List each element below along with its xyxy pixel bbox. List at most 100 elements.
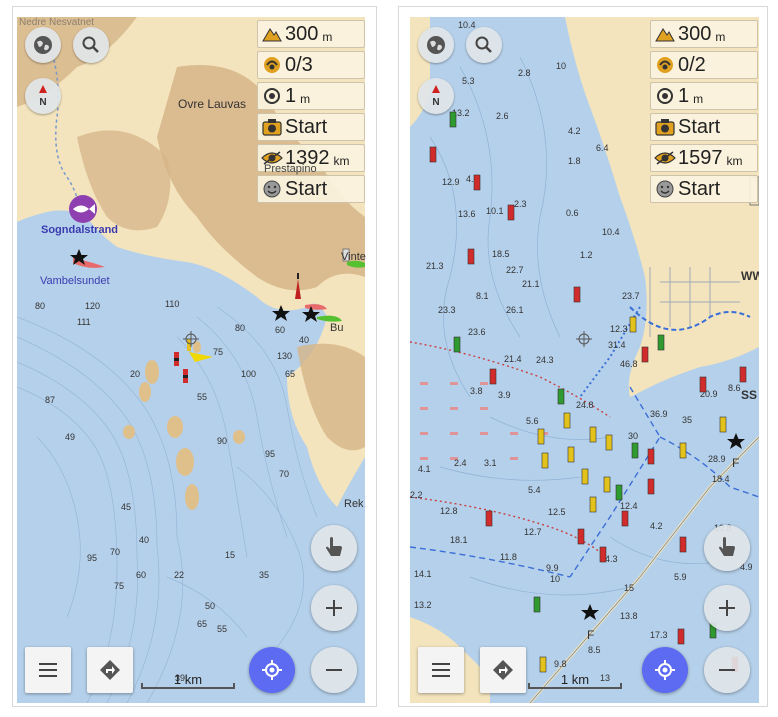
scale-label: 1 km	[560, 672, 590, 687]
depth-sounding: 22.7	[506, 265, 524, 275]
buoy-marker[interactable]	[563, 412, 571, 429]
satellite-icon	[261, 54, 283, 76]
map-drag-mode-button[interactable]	[704, 525, 750, 571]
buoy-marker[interactable]	[537, 428, 545, 445]
place-label-vinte[interactable]: Vinte	[341, 251, 366, 263]
buoy-marker[interactable]	[473, 174, 481, 191]
buoy-marker[interactable]	[577, 528, 585, 545]
main-menu-button[interactable]	[418, 647, 464, 693]
search-button[interactable]	[466, 27, 502, 63]
search-button[interactable]	[73, 27, 109, 63]
info-widget-accuracy[interactable]: 1m	[257, 82, 365, 110]
place-label-prestapino[interactable]: Prestapino	[264, 163, 317, 175]
buoy-marker[interactable]	[647, 448, 655, 465]
buoy-marker[interactable]	[449, 111, 457, 128]
zoom-in-button[interactable]	[704, 585, 750, 631]
buoy-marker[interactable]	[187, 339, 191, 351]
depth-sounding: 8.1	[476, 291, 489, 301]
info-widget-altitude[interactable]: 300 m	[650, 20, 758, 48]
depth-sounding: 65	[197, 619, 207, 629]
buoy-marker[interactable]	[573, 286, 581, 303]
compass-button[interactable]: N	[25, 78, 61, 114]
info-widget-camera[interactable]: Start	[257, 113, 365, 141]
right-map-view[interactable]: 10.4 5.3 2.8 10 13.2 2.6 4.2 6.4 12.9 4.7 1.8 10.1 2…	[410, 17, 759, 703]
fishing-poi-icon[interactable]	[69, 195, 97, 223]
main-menu-button[interactable]	[25, 647, 71, 693]
buoy-marker[interactable]	[719, 416, 727, 433]
info-widget-accuracy[interactable]: 1m	[650, 82, 758, 110]
info-widget-smiley[interactable]: Start	[650, 175, 758, 203]
info-widget-altitude[interactable]: 300 m	[257, 20, 365, 48]
compass-button[interactable]: N	[418, 78, 454, 114]
directions-button[interactable]	[87, 647, 133, 693]
depth-sounding: 22	[174, 570, 184, 580]
buoy-marker[interactable]	[557, 388, 565, 405]
buoy-marker[interactable]	[507, 204, 515, 221]
buoy-marker[interactable]	[629, 316, 637, 333]
buoy-marker[interactable]	[647, 478, 655, 495]
widget-unit: m	[693, 91, 704, 106]
buoy-marker[interactable]	[581, 468, 589, 485]
place-label-sogndalstrand[interactable]: Sogndalstrand	[41, 224, 118, 236]
buoy-marker[interactable]	[699, 376, 707, 393]
buoy-marker[interactable]	[679, 536, 687, 553]
buoy-marker[interactable]	[589, 496, 597, 513]
buoy-marker[interactable]	[453, 336, 461, 353]
place-label-f1: F	[732, 456, 739, 470]
depth-sounding: 60	[136, 570, 146, 580]
place-label-vambelsundet[interactable]: Vambelsundet	[40, 275, 110, 287]
buoy-marker[interactable]	[615, 484, 623, 501]
buoy-marker[interactable]	[603, 476, 611, 493]
buoy-marker[interactable]	[631, 442, 639, 459]
zoom-in-button[interactable]	[311, 585, 357, 631]
compass-north-icon: N	[432, 85, 440, 108]
buoy-marker[interactable]	[567, 446, 575, 463]
buoy-marker[interactable]	[174, 352, 179, 366]
depth-sounding: 90	[217, 436, 227, 446]
info-widget-eye-distance[interactable]: 1597 km	[650, 144, 758, 172]
buoy-marker[interactable]	[489, 368, 497, 385]
buoy-marker[interactable]	[677, 628, 685, 645]
buoy-marker[interactable]	[485, 510, 493, 527]
zoom-out-button[interactable]	[311, 647, 357, 693]
depth-sounding: 35	[682, 415, 692, 425]
buoy-marker[interactable]	[739, 366, 747, 383]
widget-value: Start	[285, 115, 328, 138]
buoy-marker[interactable]	[657, 334, 665, 351]
map-drag-mode-button[interactable]	[311, 525, 357, 571]
place-label-rek[interactable]: Rek	[344, 498, 364, 510]
depth-sounding: 75	[213, 347, 223, 357]
my-location-button[interactable]	[249, 647, 295, 693]
buoy-marker[interactable]	[641, 346, 649, 363]
info-widget-satellite[interactable]: 0/3	[257, 51, 365, 79]
buoy-marker[interactable]	[541, 452, 549, 469]
place-label-ovre-lauvas[interactable]: Ovre Lauvas	[178, 97, 246, 111]
left-map-view[interactable]: 80 120 111 110 80 60 40 130 75 100 65 20 55 87 49 90 95 7…	[17, 17, 365, 703]
widget-value: Start	[678, 177, 721, 200]
layers-globe-button[interactable]	[25, 27, 61, 63]
buoy-marker[interactable]	[589, 426, 597, 443]
info-widget-satellite[interactable]: 0/2	[650, 51, 758, 79]
buoy-marker[interactable]	[429, 146, 437, 163]
directions-button[interactable]	[480, 647, 526, 693]
info-widget-camera[interactable]: Start	[650, 113, 758, 141]
info-widget-smiley[interactable]: Start	[257, 175, 365, 203]
depth-sounding: 12.8	[440, 506, 458, 516]
buoy-marker[interactable]	[605, 434, 613, 451]
buoy-marker[interactable]	[621, 510, 629, 527]
buoy-marker[interactable]	[539, 656, 547, 673]
layers-globe-button[interactable]	[418, 27, 454, 63]
depth-sounding: 40	[299, 335, 309, 345]
zoom-out-button[interactable]	[704, 647, 750, 693]
buoy-marker[interactable]	[183, 369, 188, 383]
buoy-marker[interactable]	[679, 442, 687, 459]
buoy-marker[interactable]	[599, 546, 607, 563]
location-target-icon	[262, 660, 282, 680]
buoy-marker[interactable]	[467, 248, 475, 265]
depth-sounding: 1.8	[568, 156, 581, 166]
place-label-top-left[interactable]: Nedre Nesvatnet	[19, 17, 94, 28]
buoy-marker[interactable]	[533, 596, 541, 613]
globe-icon	[34, 36, 52, 54]
place-label-bu[interactable]: Bu	[330, 322, 343, 334]
my-location-button[interactable]	[642, 647, 688, 693]
